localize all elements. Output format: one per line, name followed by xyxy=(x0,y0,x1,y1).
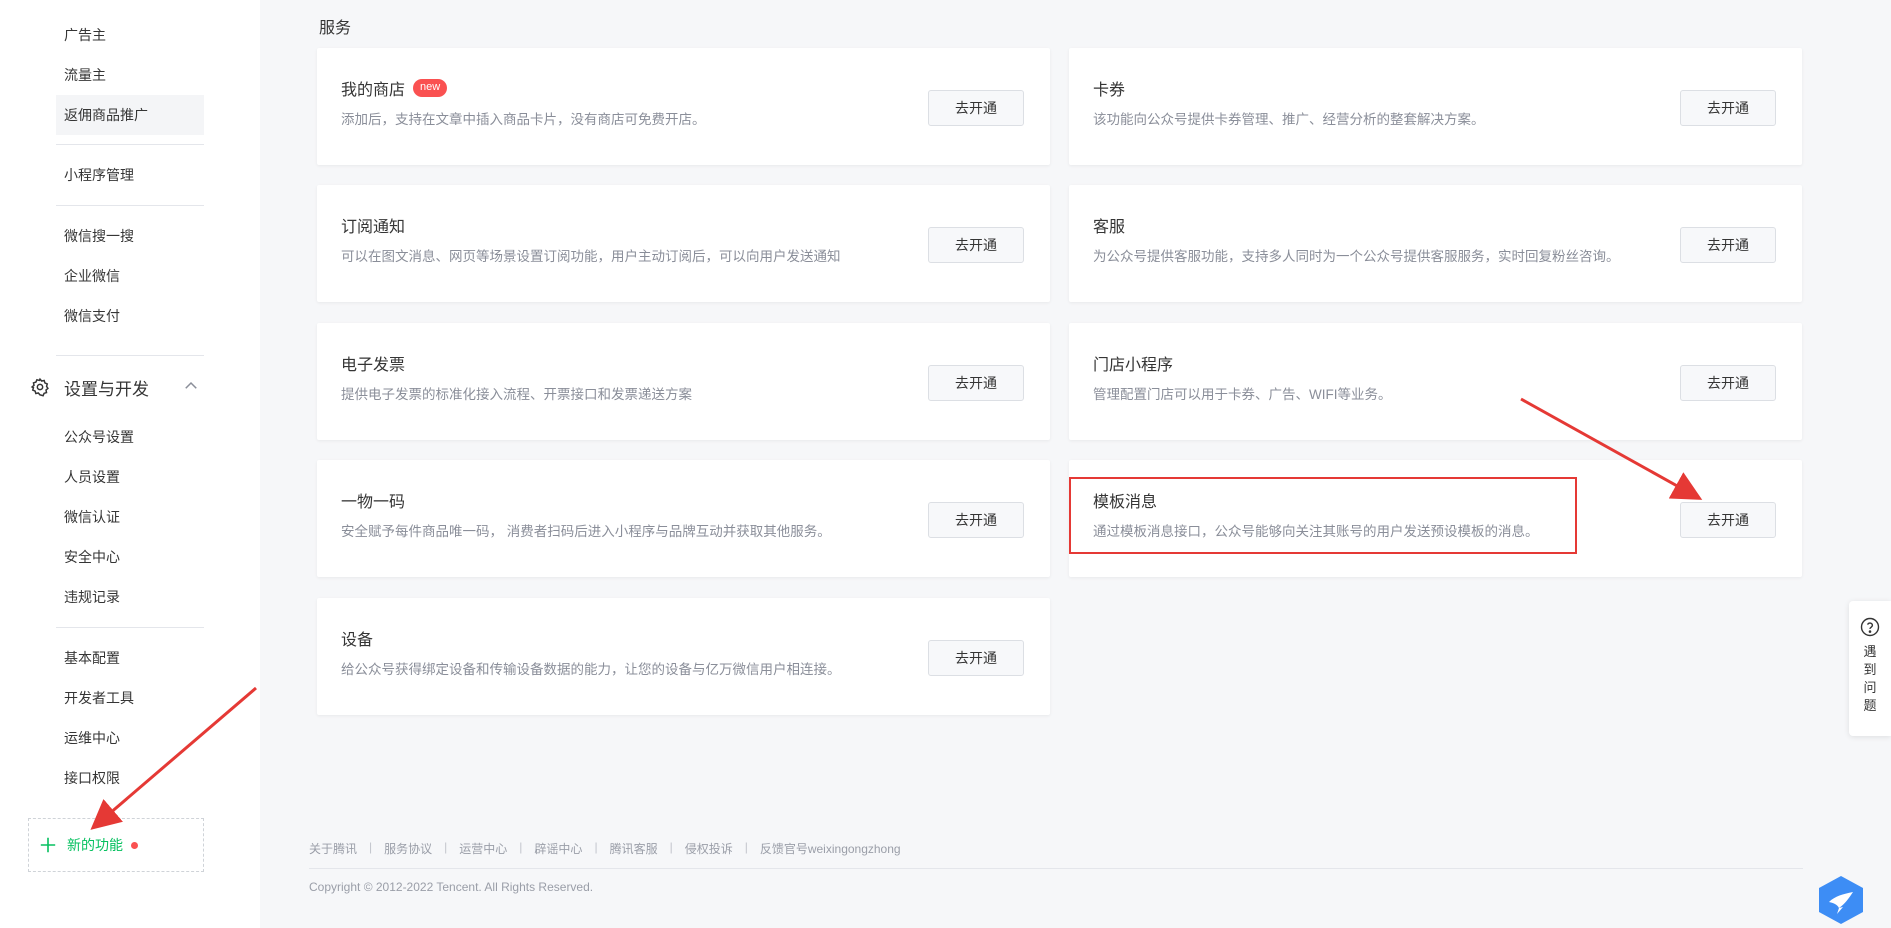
footer-separator: | xyxy=(444,840,448,854)
feedback-bird-icon[interactable] xyxy=(1815,874,1867,926)
activate-button[interactable]: 去开通 xyxy=(928,502,1024,538)
sidebar-divider xyxy=(56,205,204,206)
section-label: 设置与开发 xyxy=(64,379,149,399)
sidebar-item-verification[interactable]: 微信认证 xyxy=(56,497,204,537)
card-description: 该功能向公众号提供卡券管理、推广、经营分析的整套解决方案。 xyxy=(1093,112,1485,127)
sidebar: 广告主 流量主 返佣商品推广 小程序管理 微信搜一搜 企业微信 微信支付 设置与… xyxy=(0,0,260,928)
sidebar-item-developer-tools[interactable]: 开发者工具 xyxy=(56,678,204,718)
footer-links: 关于腾讯 | 服务协议 | 运营中心 | 辟谣中心 | 腾讯客服 | 侵权投诉 | 反馈官号… xyxy=(309,840,901,857)
sidebar-divider xyxy=(56,355,204,356)
footer-separator: | xyxy=(369,840,373,854)
help-floating-tab[interactable]: 遇到问题 xyxy=(1849,601,1891,736)
footer-link[interactable]: 腾讯客服 xyxy=(610,840,658,857)
section-settings-dev[interactable]: 设置与开发 xyxy=(30,373,204,401)
footer-separator: | xyxy=(744,840,748,854)
activate-button[interactable]: 去开通 xyxy=(928,90,1024,126)
card-description: 管理配置门店可以用于卡券、广告、WIFI等业务。 xyxy=(1093,387,1392,402)
sidebar-item-basic-config[interactable]: 基本配置 xyxy=(56,638,204,678)
card-description: 为公众号提供客服功能，支持多人同时为一个公众号提供客服服务，实时回复粉丝咨询。 xyxy=(1093,249,1620,264)
footer-link[interactable]: 辟谣中心 xyxy=(534,840,582,857)
sidebar-item-account-settings[interactable]: 公众号设置 xyxy=(56,417,204,457)
footer-link[interactable]: 运营中心 xyxy=(459,840,507,857)
card-description: 提供电子发票的标准化接入流程、开票接口和发票递送方案 xyxy=(341,387,692,402)
activate-button[interactable]: 去开通 xyxy=(1680,90,1776,126)
plus-icon xyxy=(40,837,56,853)
card-title: 客服 xyxy=(1093,219,1126,236)
new-feature-label: 新的功能 xyxy=(67,837,123,853)
activate-button[interactable]: 去开通 xyxy=(1680,365,1776,401)
footer-separator: | xyxy=(669,840,673,854)
card-description: 安全赋予每件商品唯一码， 消费者扫码后进入小程序与品牌互动并获取其他服务。 xyxy=(341,524,831,539)
card-title: 电子发票 xyxy=(341,357,406,374)
service-card-one-item-one-code: 一物一码 安全赋予每件商品唯一码， 消费者扫码后进入小程序与品牌互动并获取其他服… xyxy=(317,460,1050,577)
sidebar-divider xyxy=(56,144,204,145)
footer-link[interactable]: 关于腾讯 xyxy=(309,840,357,857)
service-card-subscription-notice: 订阅通知 可以在图文消息、网页等场景设置订阅功能，用户主动订阅后，可以向用户发送… xyxy=(317,185,1050,302)
new-badge: new xyxy=(413,79,448,97)
activate-button[interactable]: 去开通 xyxy=(1680,502,1776,538)
service-card-e-invoice: 电子发票 提供电子发票的标准化接入流程、开票接口和发票递送方案 去开通 xyxy=(317,323,1050,440)
activate-button[interactable]: 去开通 xyxy=(928,365,1024,401)
service-card-my-store: 我的商店 new 添加后，支持在文章中插入商品卡片，没有商店可免费开店。 去开通 xyxy=(317,48,1050,165)
card-title: 一物一码 xyxy=(341,494,406,511)
footer-separator: | xyxy=(519,840,523,854)
sidebar-item-miniprogram[interactable]: 小程序管理 xyxy=(56,155,204,195)
sidebar-item-wechat-pay[interactable]: 微信支付 xyxy=(56,296,204,336)
footer-link[interactable]: 反馈官号weixingongzhong xyxy=(760,840,901,857)
card-title: 订阅通知 xyxy=(341,219,406,236)
footer-separator: | xyxy=(594,840,598,854)
sidebar-item-security-center[interactable]: 安全中心 xyxy=(56,537,204,577)
sidebar-item-staff-settings[interactable]: 人员设置 xyxy=(56,457,204,497)
service-card-store-miniprogram: 门店小程序 管理配置门店可以用于卡券、广告、WIFI等业务。 去开通 xyxy=(1069,323,1802,440)
gear-icon xyxy=(30,377,49,397)
sidebar-item-publisher[interactable]: 流量主 xyxy=(56,55,204,95)
sidebar-item-violation-records[interactable]: 违规记录 xyxy=(56,577,204,617)
activate-button[interactable]: 去开通 xyxy=(928,227,1024,263)
page-title: 服务 xyxy=(319,20,352,37)
card-title: 我的商店 xyxy=(341,82,406,99)
footer-divider xyxy=(309,868,1803,869)
card-title: 设备 xyxy=(341,632,374,649)
card-description: 可以在图文消息、网页等场景设置订阅功能，用户主动订阅后，可以向用户发送通知 xyxy=(341,249,841,264)
footer-link[interactable]: 侵权投诉 xyxy=(685,840,733,857)
chevron-up-icon[interactable] xyxy=(182,377,200,395)
copyright-text: Copyright © 2012-2022 Tencent. All Right… xyxy=(309,880,594,894)
sidebar-item-wechat-search[interactable]: 微信搜一搜 xyxy=(56,216,204,256)
service-card-coupons: 卡券 该功能向公众号提供卡券管理、推广、经营分析的整套解决方案。 去开通 xyxy=(1069,48,1802,165)
card-title: 卡券 xyxy=(1093,82,1126,99)
sidebar-item-advertiser[interactable]: 广告主 xyxy=(56,15,204,55)
card-title: 门店小程序 xyxy=(1093,357,1174,374)
help-label: 遇到问题 xyxy=(1863,644,1877,713)
activate-button[interactable]: 去开通 xyxy=(928,640,1024,676)
new-feature-button[interactable]: 新的功能 xyxy=(28,818,204,872)
sidebar-divider xyxy=(56,627,204,628)
sidebar-item-api-permissions[interactable]: 接口权限 xyxy=(56,758,204,798)
card-description: 给公众号获得绑定设备和传输设备数据的能力，让您的设备与亿万微信用户相连接。 xyxy=(341,662,841,677)
annotation-highlight-box xyxy=(1069,477,1577,554)
sidebar-item-wecom[interactable]: 企业微信 xyxy=(56,256,204,296)
card-description: 添加后，支持在文章中插入商品卡片，没有商店可免费开店。 xyxy=(341,112,706,127)
sidebar-item-ops-center[interactable]: 运维中心 xyxy=(56,718,204,758)
activate-button[interactable]: 去开通 xyxy=(1680,227,1776,263)
sidebar-item-commission-promotion[interactable]: 返佣商品推广 xyxy=(56,95,204,135)
question-icon xyxy=(1860,617,1880,637)
service-card-device: 设备 给公众号获得绑定设备和传输设备数据的能力，让您的设备与亿万微信用户相连接。… xyxy=(317,598,1050,715)
card-title-wrap: 我的商店 new xyxy=(341,76,448,100)
red-dot-indicator xyxy=(131,841,138,849)
footer-link[interactable]: 服务协议 xyxy=(384,840,432,857)
service-card-customer-service: 客服 为公众号提供客服功能，支持多人同时为一个公众号提供客服服务，实时回复粉丝咨… xyxy=(1069,185,1802,302)
